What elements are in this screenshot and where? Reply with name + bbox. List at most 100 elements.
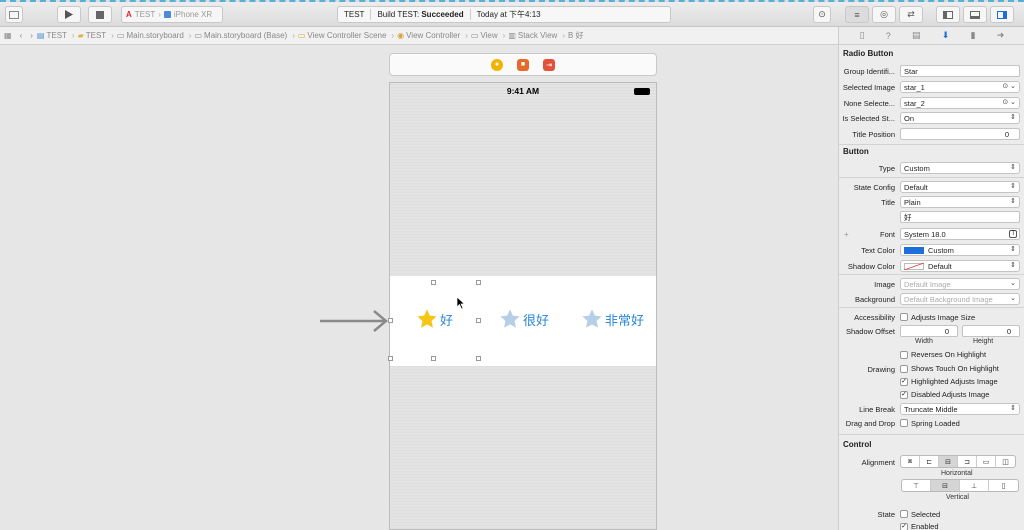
align-middle-icon[interactable]: ⊟ bbox=[931, 480, 960, 491]
attributes-inspector-icon[interactable]: ⬇ bbox=[942, 30, 950, 41]
mouse-cursor-icon bbox=[456, 296, 466, 310]
shadow-color-popup[interactable]: Default ⇕ bbox=[900, 260, 1020, 272]
vertical-alignment-control[interactable]: ⊤ ⊟ ⊥ ▯ bbox=[901, 479, 1019, 492]
type-row: Type Custom ⇕ bbox=[839, 161, 1024, 175]
image-combo[interactable]: Default Image ⌄ bbox=[900, 278, 1020, 290]
group-identifier-field[interactable]: Star bbox=[900, 65, 1020, 77]
status-project: TEST bbox=[344, 10, 365, 19]
utilities-toggle-icon[interactable] bbox=[990, 6, 1014, 23]
radio-button-good[interactable]: 好 bbox=[416, 308, 453, 330]
back-icon[interactable]: ‹ bbox=[16, 31, 27, 40]
resize-handle[interactable] bbox=[476, 356, 481, 361]
none-selected-image-combo[interactable]: star_2 ⊙ ⌄ bbox=[900, 97, 1020, 109]
identity-inspector-icon[interactable]: ▤ bbox=[912, 30, 921, 41]
shadow-width-stepper[interactable]: 0 bbox=[900, 325, 958, 337]
title-position-stepper[interactable]: 0 bbox=[900, 128, 1020, 140]
is-selected-popup[interactable]: On ⇕ bbox=[900, 112, 1020, 124]
enabled-checkbox[interactable]: ✓ Enabled bbox=[900, 522, 939, 530]
device-icon bbox=[163, 11, 171, 18]
radio-button-very-good[interactable]: 很好 bbox=[499, 308, 549, 330]
breadcrumb-item[interactable]: ▰ TEST bbox=[78, 31, 109, 40]
run-button[interactable] bbox=[57, 6, 81, 23]
view-controller-view[interactable]: 9:41 AM 好 很好 非常好 bbox=[388, 82, 657, 530]
font-field[interactable]: System 18.0 T bbox=[900, 228, 1020, 240]
horizontal-alignment-control[interactable]: ⧈ ⊏ ⊟ ⊐ ▭ ◫ bbox=[900, 455, 1016, 468]
breadcrumb-item[interactable]: ◉ View Controller bbox=[397, 31, 462, 40]
connections-inspector-icon[interactable]: ➜ bbox=[997, 30, 1005, 41]
align-top-icon[interactable]: ⊤ bbox=[902, 480, 931, 491]
shadow-height-stepper[interactable]: 0 bbox=[962, 325, 1020, 337]
forward-icon[interactable]: › bbox=[26, 31, 37, 40]
file-inspector-icon[interactable]: ▯ bbox=[860, 30, 865, 41]
view-controller-icon: ◉ bbox=[397, 31, 405, 40]
breadcrumb-item[interactable]: ▭ View Controller Scene bbox=[298, 31, 389, 40]
align-fill-icon[interactable]: ▭ bbox=[977, 456, 996, 467]
initial-view-controller-arrow-icon[interactable] bbox=[318, 308, 390, 334]
selected-checkbox[interactable]: Selected bbox=[900, 510, 940, 519]
resize-handle[interactable] bbox=[431, 280, 436, 285]
title-type-popup[interactable]: Plain ⇕ bbox=[900, 196, 1020, 208]
adjusts-image-size-checkbox[interactable]: Adjusts Image Size bbox=[900, 313, 975, 322]
related-items-icon[interactable]: ▦ bbox=[0, 31, 16, 40]
breadcrumb-item[interactable]: B 好 bbox=[568, 30, 586, 41]
align-center-icon[interactable]: ⧈ bbox=[901, 456, 920, 467]
align-bottom-icon[interactable]: ⊥ bbox=[960, 480, 989, 491]
library-icon[interactable]: ⊙ bbox=[813, 6, 831, 23]
text-color-popup[interactable]: Custom ⇕ bbox=[900, 244, 1020, 256]
type-popup[interactable]: Custom ⇕ bbox=[900, 162, 1020, 174]
breadcrumb-item[interactable]: ▭ Main.storyboard bbox=[117, 31, 186, 40]
stop-button[interactable] bbox=[88, 6, 112, 23]
quick-help-icon[interactable]: ? bbox=[886, 31, 891, 41]
resize-handle[interactable] bbox=[476, 318, 481, 323]
radio-button-label: 好 bbox=[440, 312, 454, 328]
checkmark-icon: ✓ bbox=[900, 377, 908, 386]
background-combo[interactable]: Default Background Image ⌄ bbox=[900, 293, 1020, 305]
align-right-icon[interactable]: ⊐ bbox=[958, 456, 977, 467]
plus-icon[interactable]: + bbox=[844, 230, 849, 239]
breadcrumb-item[interactable]: ▤ TEST bbox=[37, 31, 69, 40]
status-bar-time: 9:41 AM bbox=[506, 86, 540, 96]
window-sidebar-icon[interactable] bbox=[5, 6, 23, 23]
spring-loaded-checkbox[interactable]: Spring Loaded bbox=[900, 419, 960, 428]
align-leading-icon[interactable]: ◫ bbox=[996, 456, 1015, 467]
radio-button-excellent[interactable]: 非常好 bbox=[581, 308, 644, 330]
inspector-tabs: ▯ ? ▤ ⬇ ▮ ➜ bbox=[839, 27, 1024, 45]
first-responder-icon[interactable]: ■ bbox=[517, 58, 529, 71]
breadcrumb-item[interactable]: ▥ Stack View bbox=[508, 31, 559, 40]
highlighted-adjusts-checkbox[interactable]: ✓ Highlighted Adjusts Image bbox=[900, 377, 998, 386]
exit-icon[interactable]: ⇥ bbox=[543, 58, 555, 71]
stack-view[interactable]: 好 很好 非常好 bbox=[388, 276, 656, 366]
size-inspector-icon[interactable]: ▮ bbox=[971, 30, 976, 41]
title-text-field[interactable]: 好 bbox=[900, 211, 1020, 223]
breadcrumb-item[interactable]: ▭ Main.storyboard (Base) bbox=[194, 31, 289, 40]
standard-editor-icon[interactable]: ≡ bbox=[845, 6, 869, 23]
resize-handle[interactable] bbox=[431, 356, 436, 361]
combo-value: star_1 bbox=[904, 82, 925, 92]
resize-handle[interactable] bbox=[388, 356, 393, 361]
selected-image-combo[interactable]: star_1 ⊙ ⌄ bbox=[900, 81, 1020, 93]
disabled-adjusts-checkbox[interactable]: ✓ Disabled Adjusts Image bbox=[900, 390, 989, 399]
line-break-popup[interactable]: Truncate Middle ⇕ bbox=[900, 403, 1020, 415]
scheme-selector[interactable]: A TEST › iPhone XR bbox=[121, 6, 223, 23]
field-label: Group Identifi... bbox=[843, 66, 895, 76]
state-config-popup[interactable]: Default ⇕ bbox=[900, 181, 1020, 193]
assistant-editor-icon[interactable]: ◎ bbox=[872, 6, 896, 23]
chevron-updown-icon: ⇕ bbox=[1010, 114, 1016, 121]
activity-status: TEST Build TEST: Succeeded Today at 下午4:… bbox=[337, 6, 671, 23]
reverses-on-highlight-checkbox[interactable]: Reverses On Highlight bbox=[900, 350, 986, 359]
chevron-updown-icon: ⇕ bbox=[1010, 246, 1016, 253]
version-editor-icon[interactable]: ⇄ bbox=[899, 6, 923, 23]
checkbox-label: Highlighted Adjusts Image bbox=[911, 377, 998, 386]
navigator-toggle-icon[interactable] bbox=[936, 6, 960, 23]
align-left-icon[interactable]: ⊏ bbox=[920, 456, 939, 467]
align-center-icon[interactable]: ⊟ bbox=[939, 456, 958, 467]
app-icon: A bbox=[126, 10, 132, 19]
view-controller-icon[interactable]: ● bbox=[491, 58, 503, 71]
font-picker-icon[interactable]: T bbox=[1009, 230, 1017, 238]
breadcrumb-item[interactable]: ▭ View bbox=[471, 31, 500, 40]
align-fill-icon[interactable]: ▯ bbox=[989, 480, 1018, 491]
shows-touch-checkbox[interactable]: Shows Touch On Highlight bbox=[900, 364, 999, 373]
resize-handle[interactable] bbox=[476, 280, 481, 285]
debug-area-toggle-icon[interactable] bbox=[963, 6, 987, 23]
divider bbox=[839, 274, 1024, 275]
